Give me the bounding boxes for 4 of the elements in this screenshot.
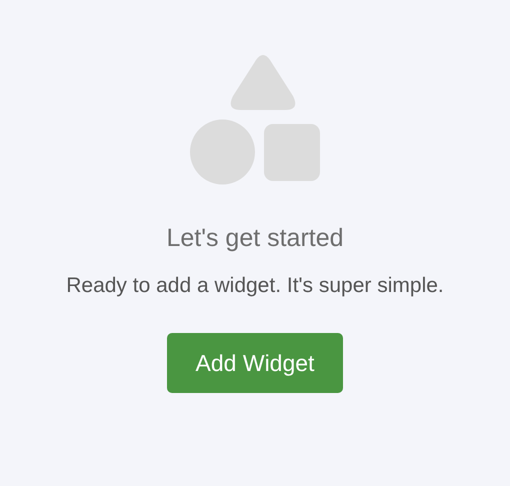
- empty-state-title: Let's get started: [166, 223, 344, 253]
- empty-state-message: Ready to add a widget. It's super simple.: [66, 273, 444, 299]
- add-widget-button[interactable]: Add Widget: [167, 333, 343, 393]
- shapes-icon: [190, 54, 320, 185]
